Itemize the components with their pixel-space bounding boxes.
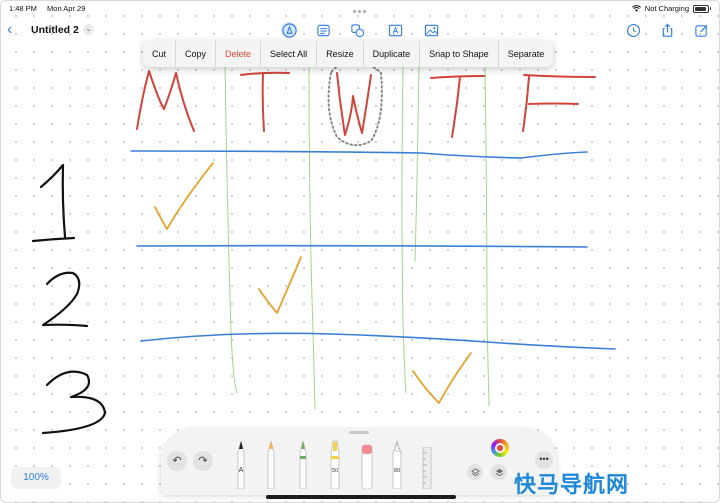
ink-check-marks xyxy=(154,162,472,404)
ruler-icon[interactable] xyxy=(421,447,433,489)
layers-icon[interactable] xyxy=(467,464,483,480)
pencil-icon[interactable] xyxy=(263,439,279,489)
site-watermark: 快马导航网 xyxy=(514,472,630,497)
menu-delete[interactable]: Delete xyxy=(216,41,262,67)
menu-cut[interactable]: Cut xyxy=(143,41,177,67)
ink-number-3 xyxy=(41,370,107,435)
pen-label-80: 80 xyxy=(394,468,400,474)
lasso-tool-icon[interactable]: 80 xyxy=(389,439,405,489)
ink-canvas[interactable] xyxy=(1,1,719,502)
ink-check-3 xyxy=(412,352,472,404)
menu-duplicate[interactable]: Duplicate xyxy=(364,41,421,67)
fountain-pen-icon[interactable] xyxy=(295,439,311,489)
menu-resize[interactable]: Resize xyxy=(317,41,364,67)
marker-icon[interactable]: 50 xyxy=(327,439,343,489)
home-indicator xyxy=(266,495,456,499)
pen-label-a: A xyxy=(239,467,244,474)
menu-select-all[interactable]: Select All xyxy=(261,41,318,67)
ink-letter-m xyxy=(136,70,195,132)
color-picker-icon[interactable] xyxy=(491,439,509,457)
ink-letter-t2 xyxy=(430,75,486,138)
redo-icon[interactable]: ↷ xyxy=(193,451,213,471)
ink-letter-t1 xyxy=(240,71,290,132)
ink-letters xyxy=(136,70,596,138)
selection-context-menu: Cut Copy Delete Select All Resize Duplic… xyxy=(143,41,554,67)
stack-icon[interactable] xyxy=(491,464,507,480)
freeform-window: 1:48 PM Mon Apr 29 Not Charging ‹ Untitl… xyxy=(0,0,720,503)
menu-snap-to-shape[interactable]: Snap to Shape xyxy=(420,41,499,67)
ink-numbers xyxy=(31,163,107,435)
ink-letter-w xyxy=(336,72,372,136)
menu-copy[interactable]: Copy xyxy=(176,41,217,67)
ink-number-1 xyxy=(31,163,76,243)
palette-grabber[interactable] xyxy=(349,431,369,434)
menu-separate[interactable]: Separate xyxy=(499,41,554,67)
undo-icon[interactable]: ↶ xyxy=(167,451,187,471)
ink-check-2 xyxy=(258,256,302,314)
pen-label-50: 50 xyxy=(332,468,338,474)
ink-row-lines xyxy=(130,150,616,350)
ink-letter-f xyxy=(522,74,596,132)
ink-check-1 xyxy=(154,162,214,230)
ink-number-2 xyxy=(41,271,89,328)
tool-palette: ↶ ↷ A 50 80 ••• xyxy=(161,429,557,495)
monoline-pen-icon[interactable]: A xyxy=(233,439,249,489)
eraser-icon[interactable] xyxy=(359,439,375,489)
zoom-level-button[interactable]: 100% xyxy=(11,467,61,489)
